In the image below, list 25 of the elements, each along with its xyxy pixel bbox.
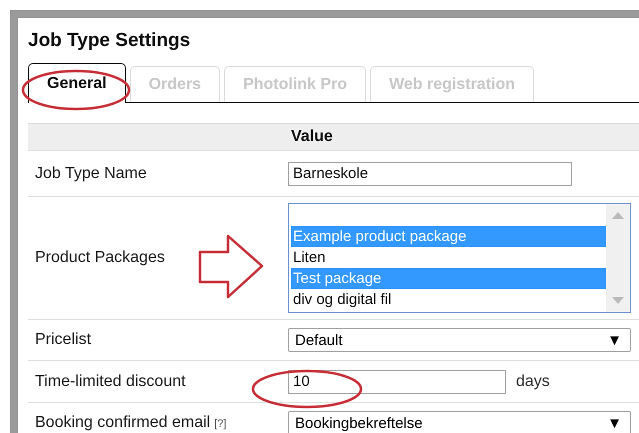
dropdown[interactable]: Default ▼	[288, 328, 631, 352]
help-link[interactable]: [?]	[214, 418, 226, 430]
scroll-up-icon[interactable]	[612, 212, 624, 219]
listbox[interactable]: Example product package Liten Test package div og digital fil	[288, 203, 631, 313]
scroll-down-icon[interactable]	[612, 297, 624, 304]
field-label: Pricelist	[35, 331, 92, 349]
caret-icon: ▼	[607, 332, 622, 348]
column-header: Value	[291, 128, 333, 146]
number-field[interactable]: 10	[288, 370, 506, 394]
scrollbar[interactable]	[606, 204, 630, 312]
window-title: Job Type Settings	[28, 30, 190, 52]
field-label: Time-limited discount	[35, 372, 186, 390]
tab[interactable]: General	[28, 63, 126, 103]
text-field[interactable]: Barneskole	[288, 162, 572, 186]
field-label: Product Packages	[35, 249, 165, 267]
field-label: Booking confirmed email	[35, 414, 210, 432]
field-label: Job Type Name	[35, 164, 147, 182]
dropdown-value: Bookingbekreftelse	[295, 414, 423, 432]
caret-icon: ▼	[607, 414, 622, 432]
unit-label: days	[516, 372, 550, 390]
block-arrow-drawing	[198, 234, 264, 298]
list-option[interactable]: div og digital fil	[291, 289, 606, 310]
list-option[interactable]: Liten	[291, 247, 606, 268]
dropdown-value: Default	[295, 332, 343, 348]
dropdown[interactable]: Bookingbekreftelse ▼	[288, 411, 631, 433]
